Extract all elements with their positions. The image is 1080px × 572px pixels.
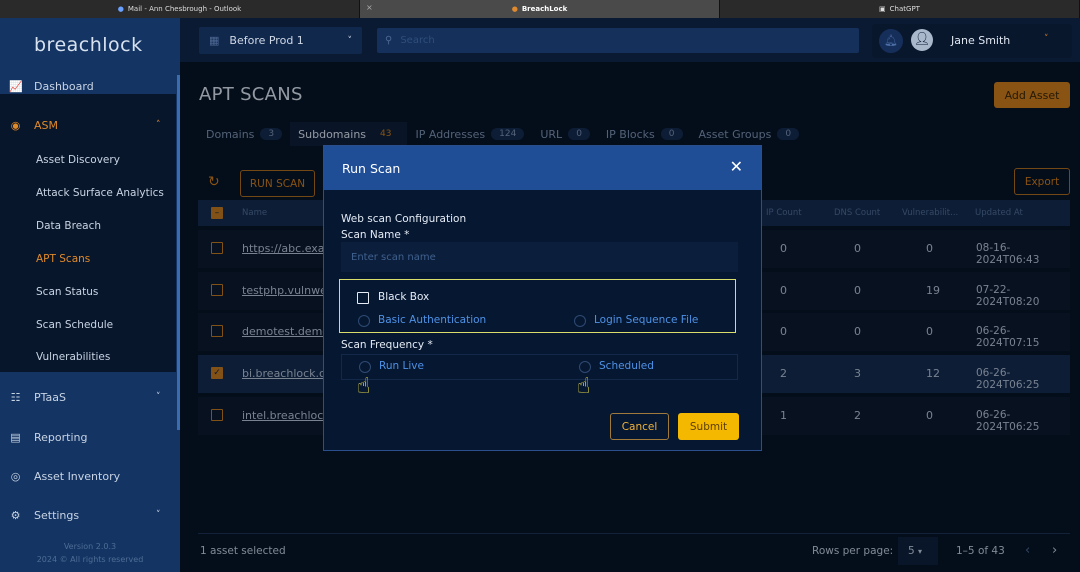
run-live-radio[interactable] [359,361,371,373]
report-icon: ▤ [10,430,21,444]
user-name: Jane Smith [951,34,1011,47]
chevron-down-icon[interactable]: ˅ [1044,34,1049,44]
inventory-icon: ◎ [10,469,21,483]
breachlock-icon: ● [511,5,518,13]
search-input[interactable]: ⚲ Search [377,28,859,53]
basic-auth-radio[interactable] [358,315,370,327]
scan-frequency-group: Run Live Scheduled [341,354,738,380]
building-icon: ▦ [209,34,220,47]
sidebar-sub-data-breach[interactable]: Data Breach [36,220,101,232]
browser-tab-outlook[interactable]: ● Mail - Ann Chesbrough - Outlook [0,0,360,18]
version: Version 2.0.3 [63,542,117,551]
bell-icon[interactable]: 🔔︎ [879,29,903,53]
sidebar-sub-vulnerabilities[interactable]: Vulnerabilities [36,351,110,363]
chevron-down-icon: ˅ [156,510,161,520]
login-sequence-label[interactable]: Login Sequence File [594,314,698,326]
sidebar-sub-scan-status[interactable]: Scan Status [36,286,98,298]
run-scan-modal: Run Scan ✕ Web scan Configuration Scan Na… [323,145,762,451]
chevron-down-icon: ˅ [347,35,353,46]
search-icon: ⚲ [385,35,393,46]
sidebar-sub-scan-schedule[interactable]: Scan Schedule [36,319,113,331]
copyright: 2024 © All rights reserved [36,555,144,564]
cancel-button[interactable]: Cancel [610,413,669,440]
black-box-label: Black Box [378,291,430,303]
modal-header: Run Scan ✕ [324,146,761,190]
sidebar-sub-asset-discovery[interactable]: Asset Discovery [36,154,120,166]
logo: breachlock [34,34,143,56]
scheduled-label[interactable]: Scheduled [599,360,654,372]
scan-frequency-label: Scan Frequency * [341,339,433,351]
browser-tab-bar: ● Mail - Ann Chesbrough - Outlook × ● Brea… [0,0,1080,18]
click-hand-icon: ☝︎ [577,374,591,399]
target-icon: ◉ [10,118,21,132]
outlook-icon: ● [117,5,124,13]
auth-options-box: Black Box Basic Authentication Login Seq… [339,279,736,333]
login-sequence-radio[interactable] [574,315,586,327]
sidebar-sub-attack-surface[interactable]: Attack Surface Analytics [36,187,164,199]
org-dropdown[interactable]: ▦ Before Prod 1 ˅ [199,27,362,54]
sidebar-sub-apt-scans[interactable]: APT Scans [36,253,90,265]
avatar[interactable]: 👤︎ [911,29,933,51]
scan-name-input[interactable]: Enter scan name [341,242,738,272]
chart-icon: 📈 [9,79,23,93]
modal-title: Run Scan [342,160,401,176]
browser-tab-breachlock[interactable]: ● BreachLock [360,0,720,18]
gear-icon: ⚙ [10,508,21,522]
scheduled-radio[interactable] [579,361,591,373]
basic-auth-label[interactable]: Basic Authentication [378,314,486,326]
black-box-checkbox[interactable] [357,292,369,304]
close-tab-icon[interactable]: × [366,3,373,12]
submit-button[interactable]: Submit [678,413,739,440]
scan-name-label: Scan Name * [341,229,410,241]
browser-tab-chatgpt[interactable]: ▣ ChatGPT [720,0,1080,18]
chatgpt-icon: ▣ [879,5,886,13]
click-hand-icon: ☝︎ [357,374,371,399]
chevron-up-icon: ˄ [156,120,161,130]
ptaas-icon: ☷ [10,390,21,404]
chevron-down-icon: ˅ [156,392,161,402]
run-live-label[interactable]: Run Live [379,360,424,372]
close-icon[interactable]: ✕ [730,157,743,176]
section-label: Web scan Configuration [341,213,467,225]
